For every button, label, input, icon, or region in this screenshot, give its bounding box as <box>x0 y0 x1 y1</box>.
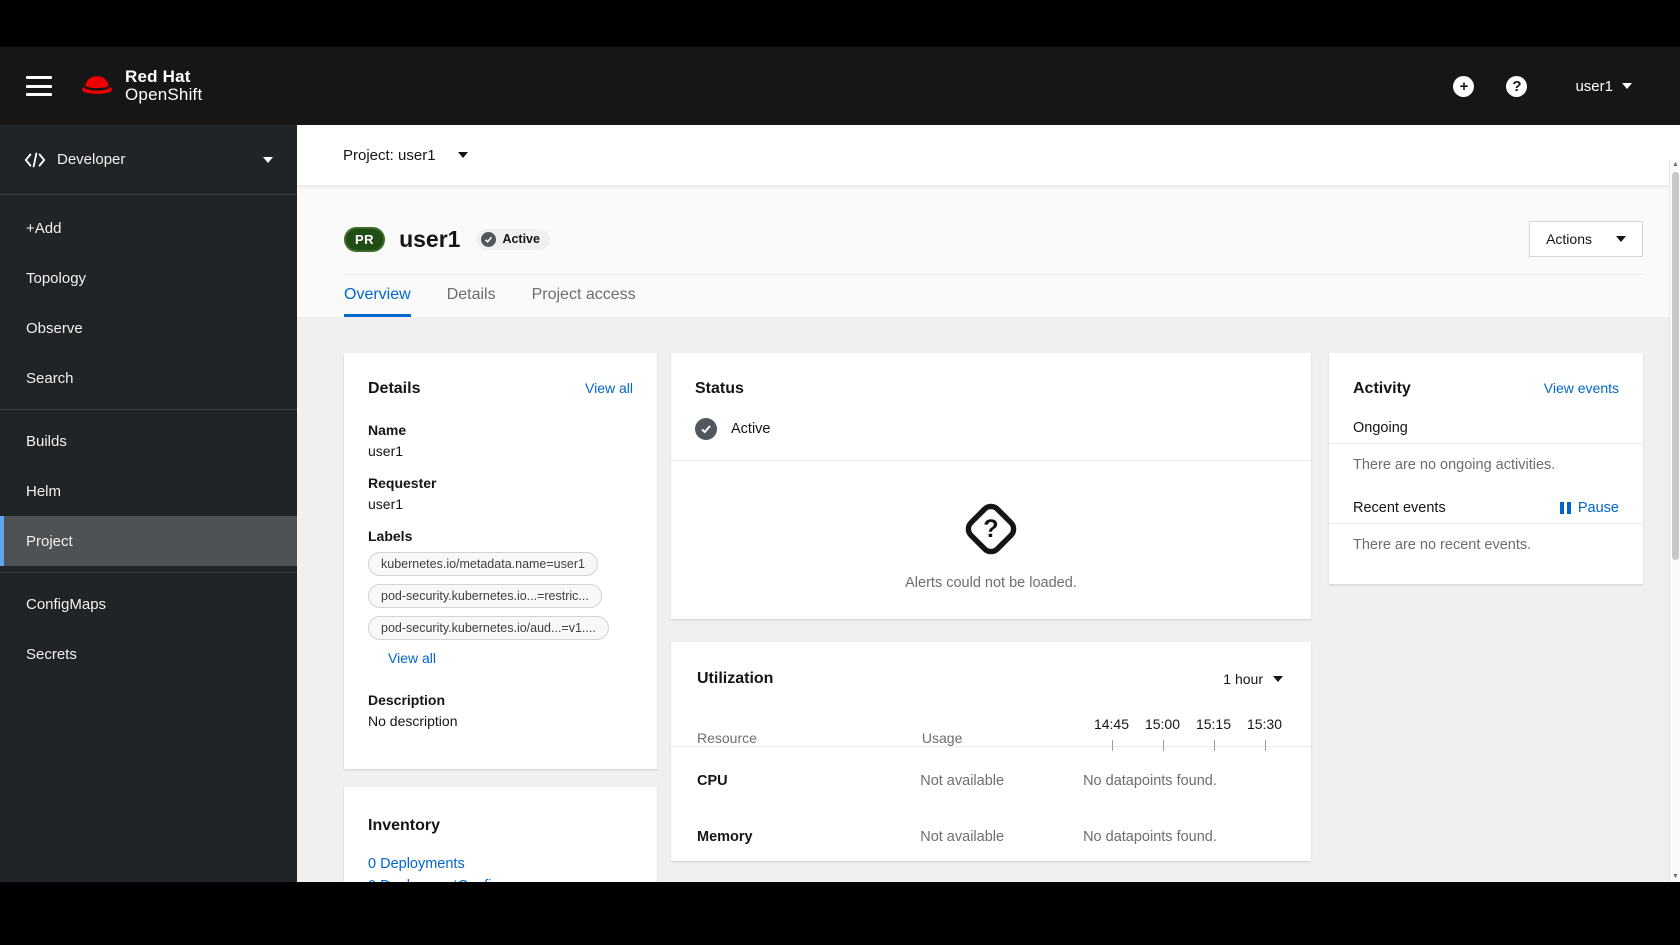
check-circle-icon <box>695 418 717 440</box>
scrollbar-thumb[interactable] <box>1672 172 1679 560</box>
time-tick: 15:15 <box>1188 716 1239 751</box>
sidebar-item-project[interactable]: Project <box>0 516 297 566</box>
activity-card: Activity View events Ongoing There are n… <box>1329 353 1643 584</box>
recent-events-section-title: Recent events <box>1353 500 1446 516</box>
chevron-down-icon <box>1622 83 1632 89</box>
recent-events-empty-message: There are no recent events. <box>1353 537 1532 553</box>
quick-create-icon[interactable]: + <box>1453 75 1475 97</box>
view-events-link[interactable]: View events <box>1544 380 1619 396</box>
details-card-title: Details <box>368 380 421 397</box>
alerts-empty-state: ? Alerts could not be loaded. <box>671 461 1311 619</box>
status-badge: Active <box>476 228 550 250</box>
perspective-label: Developer <box>57 151 126 168</box>
chevron-down-icon <box>1273 676 1283 682</box>
inventory-card: Inventory 0 Deployments 0 DeploymentConf… <box>344 787 657 882</box>
tab-project-access[interactable]: Project access <box>532 286 636 317</box>
brand-line2: OpenShift <box>125 85 203 104</box>
pause-events-button[interactable]: Pause <box>1559 500 1619 516</box>
screen: Red Hat OpenShift + ? user1 Developer +A… <box>0 0 1680 945</box>
time-axis: 14:45 15:00 15:15 15:30 <box>1086 716 1290 751</box>
sidebar: Developer +Add Topology Observe Search B… <box>0 125 297 882</box>
scroll-up-arrow-icon[interactable]: ▲ <box>1670 161 1680 168</box>
name-label: Name <box>368 422 407 438</box>
duration-dropdown[interactable]: 1 hour <box>1223 671 1283 687</box>
description-value: No description <box>368 713 458 729</box>
actions-button[interactable]: Actions <box>1529 221 1643 257</box>
project-context-selector[interactable]: Project: user1 <box>297 125 1680 185</box>
sidebar-item-configmaps[interactable]: ConfigMaps <box>0 579 297 629</box>
help-icon[interactable]: ? <box>1506 75 1528 97</box>
status-value: Active <box>731 421 771 437</box>
menu-toggle-icon[interactable] <box>26 76 52 96</box>
labels-label: Labels <box>368 528 413 544</box>
alerts-empty-message: Alerts could not be loaded. <box>905 575 1077 591</box>
time-tick: 14:45 <box>1086 716 1137 751</box>
label-chip: kubernetes.io/metadata.name=user1 <box>368 552 598 576</box>
time-tick: 15:30 <box>1239 716 1290 751</box>
usage-column-header: Usage <box>921 730 963 746</box>
requester-label: Requester <box>368 475 437 491</box>
resource-column-header: Resource <box>697 730 757 746</box>
status-card-title: Status <box>695 380 744 397</box>
sidebar-item-search[interactable]: Search <box>0 353 297 403</box>
chevron-down-icon <box>457 152 468 158</box>
vertical-scrollbar[interactable]: ▲ ▼ <box>1669 160 1680 882</box>
chevron-down-icon <box>263 156 273 163</box>
details-view-all-link[interactable]: View all <box>585 380 633 396</box>
label-chip: pod-security.kubernetes.io/aud...=v1.... <box>368 616 609 640</box>
brand-logo: Red Hat OpenShift <box>78 68 202 104</box>
sidebar-item-builds[interactable]: Builds <box>0 416 297 466</box>
sidebar-item-helm[interactable]: Helm <box>0 466 297 516</box>
activity-card-title: Activity <box>1353 380 1411 397</box>
project-resource-badge: PR <box>344 226 386 252</box>
svg-text:?: ? <box>983 515 998 543</box>
sidebar-divider <box>0 409 297 410</box>
code-icon <box>24 152 46 167</box>
labels-view-all-link[interactable]: View all <box>388 650 436 666</box>
redhat-fedora-icon <box>81 76 113 94</box>
brand-line1: Red Hat <box>125 67 191 86</box>
utilization-card: Utilization 1 hour Resource Usage 14:45 <box>671 642 1311 861</box>
sidebar-divider <box>0 572 297 573</box>
tab-bar: Overview Details Project access <box>344 274 1643 317</box>
sidebar-item-add[interactable]: +Add <box>0 203 297 253</box>
sidebar-item-observe[interactable]: Observe <box>0 303 297 353</box>
sidebar-item-topology[interactable]: Topology <box>0 253 297 303</box>
description-label: Description <box>368 692 446 708</box>
utilization-card-title: Utilization <box>697 670 774 687</box>
ongoing-section-title: Ongoing <box>1353 420 1408 436</box>
page-header: PR user1 Active Actions Overview Details… <box>297 185 1680 317</box>
utilization-row-memory: Memory Not available No datapoints found… <box>697 829 1217 845</box>
overview-dashboard: Details View all Name user1 Requester us… <box>297 317 1680 882</box>
unknown-icon: ? <box>965 503 1017 555</box>
tab-overview[interactable]: Overview <box>344 286 411 317</box>
time-tick: 15:00 <box>1137 716 1188 751</box>
page-title: user1 <box>399 225 461 252</box>
user-menu[interactable]: user1 <box>1575 78 1632 95</box>
pause-icon <box>1559 502 1571 514</box>
chevron-down-icon <box>1616 236 1626 242</box>
scroll-down-arrow-icon[interactable]: ▼ <box>1670 873 1680 880</box>
app-body: Developer +Add Topology Observe Search B… <box>0 125 1680 882</box>
utilization-row-cpu: CPU Not available No datapoints found. <box>697 773 1217 789</box>
status-card: Status Active ? Alerts could not be load… <box>671 353 1311 619</box>
deployments-link[interactable]: 0 Deployments <box>368 853 633 875</box>
project-context-label: Project: user1 <box>343 146 436 164</box>
sidebar-item-secrets[interactable]: Secrets <box>0 629 297 679</box>
deploymentconfigs-link[interactable]: 0 DeploymentConfigs <box>368 875 633 882</box>
requester-value: user1 <box>368 496 404 512</box>
details-card: Details View all Name user1 Requester us… <box>344 353 657 769</box>
main-area: Project: user1 PR user1 Active Actions O… <box>297 125 1680 882</box>
masthead: Red Hat OpenShift + ? user1 <box>0 47 1680 125</box>
name-value: user1 <box>368 443 404 459</box>
label-chip: pod-security.kubernetes.io...=restric... <box>368 584 602 608</box>
perspective-switcher[interactable]: Developer <box>0 125 297 195</box>
check-circle-icon <box>481 231 497 247</box>
username: user1 <box>1575 77 1613 95</box>
inventory-card-title: Inventory <box>368 817 441 834</box>
ongoing-empty-message: There are no ongoing activities. <box>1353 457 1556 473</box>
tab-details[interactable]: Details <box>447 286 496 317</box>
